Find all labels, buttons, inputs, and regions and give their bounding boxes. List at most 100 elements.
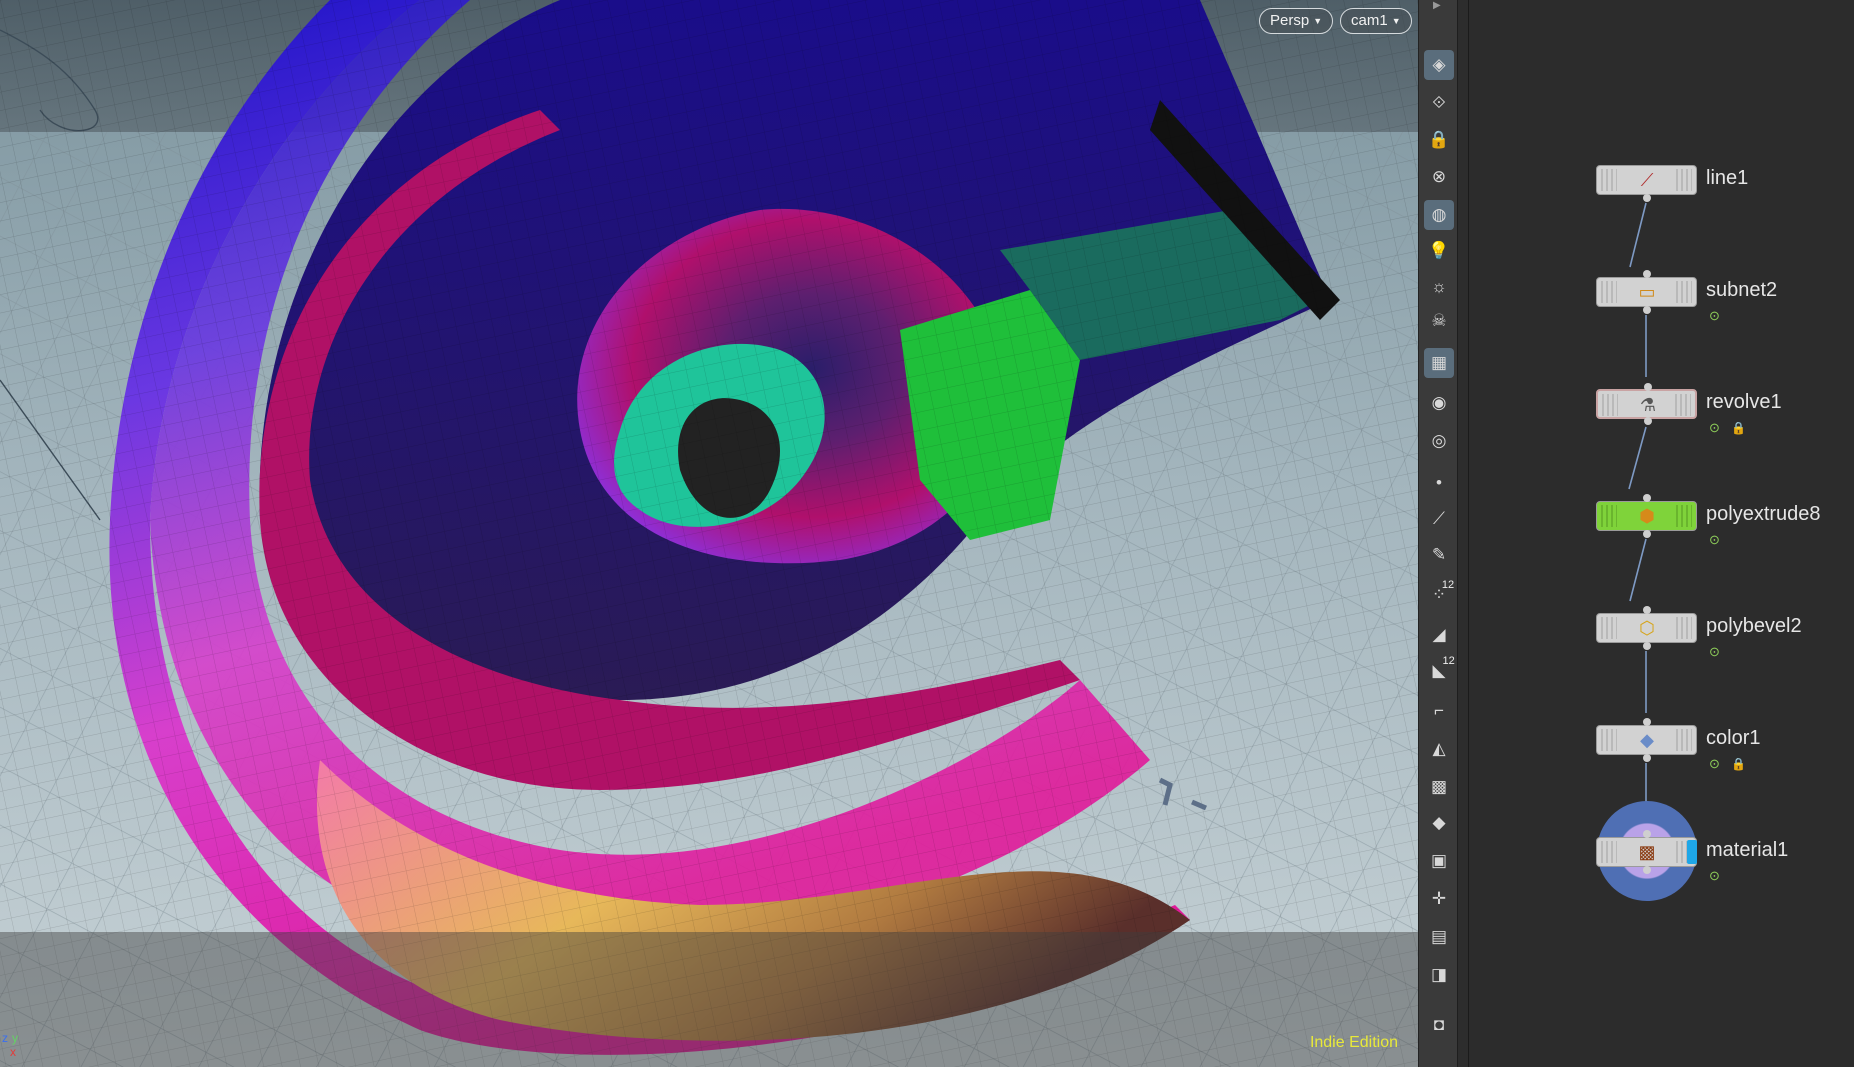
node-material1[interactable]: ▩ [1596,830,1697,874]
prim-display-icon: ◢ [1432,625,1446,644]
light-bulb-on-icon: ☼ [1431,277,1447,296]
node-label[interactable]: material1 [1706,839,1788,862]
node-input-connector[interactable] [1643,606,1651,614]
node-output-connector[interactable] [1643,194,1651,202]
snap-toggle-button[interactable]: ⟐ [1424,88,1454,118]
render-flag-indicator[interactable] [1687,840,1697,864]
display-flag-icon[interactable]: ⊙ [1709,308,1720,324]
camera-eye-toggle-button[interactable]: ◎ [1424,426,1454,456]
polyextrude-icon: ⬢ [1639,505,1655,526]
chevron-down-icon: ▼ [1391,16,1401,26]
node-display-grip[interactable] [1676,729,1692,751]
close-circle-toggle-button[interactable]: ⊗ [1424,162,1454,192]
toolbar-number-label: 12 [1441,579,1455,591]
diamond-toggle-button[interactable]: ◆ [1424,808,1454,838]
checker-shading-icon: ▦ [1430,353,1448,372]
node-label[interactable]: revolve1 [1706,391,1782,414]
camera-menu-button[interactable]: cam1 ▼ [1340,8,1412,34]
node-output-connector[interactable] [1643,866,1651,874]
lock-icon: 🔒 [1428,130,1450,149]
view-menu-button[interactable]: Persp ▼ [1259,8,1334,34]
texture-icon: ▩ [1430,777,1448,796]
display-flag-icon[interactable]: ⊙ [1709,756,1720,772]
skull-icon: ☠ [1431,311,1447,330]
node-bypass-grip[interactable] [1601,169,1617,191]
node-output-connector[interactable] [1643,642,1651,650]
node-color1[interactable]: ◆ [1596,718,1697,762]
node-display-grip[interactable] [1676,505,1692,527]
camera-toggle-button[interactable]: ◘ [1424,1010,1454,1040]
node-output-connector[interactable] [1643,530,1651,538]
node-input-connector[interactable] [1643,830,1651,838]
skull-toggle-button[interactable]: ☠ [1424,306,1454,336]
background-image-toggle-button[interactable]: ◨ [1424,960,1454,990]
eye-toggle-button[interactable]: ◉ [1424,388,1454,418]
node-bypass-grip[interactable] [1601,281,1617,303]
axis-x-label: x [10,1045,16,1059]
node-subnet2[interactable]: ▭ [1596,270,1697,314]
node-label[interactable]: line1 [1706,167,1748,190]
checker-shading-toggle-button[interactable]: ▦ [1424,348,1454,378]
node-line1[interactable]: ⟋ [1596,165,1697,202]
frame-toggle-button[interactable]: ▣ [1424,846,1454,876]
node-bypass-grip[interactable] [1601,841,1617,863]
camera-icon: ◘ [1433,1015,1445,1034]
node-display-grip[interactable] [1676,617,1692,639]
node-label[interactable]: color1 [1706,727,1760,750]
prim-display-toggle-button[interactable]: ◢ [1424,620,1454,650]
node-polyextrude8[interactable]: ⬢ [1596,494,1697,538]
camera-menu-label: cam1 [1351,12,1388,29]
display-flag-icon[interactable]: ⊙ [1709,532,1720,548]
normals-toggle-button[interactable]: ⌐ [1424,696,1454,726]
node-input-connector[interactable] [1643,494,1651,502]
node-display-grip[interactable] [1676,169,1692,191]
node-bypass-grip[interactable] [1601,729,1617,751]
light-bulb-on-toggle-button[interactable]: ☼ [1424,272,1454,302]
display-flag-icon[interactable]: ⊙ [1709,420,1720,436]
node-display-grip[interactable] [1676,281,1692,303]
lock-icon[interactable]: 🔒 [1731,757,1746,771]
fill-toggle-button[interactable]: ◭ [1424,734,1454,764]
node-network[interactable]: ⟋ line1 ▭ subnet2 ⊙ ⚗ revolve1 ⊙ 🔒 ⬢ polyextrude8 ⊙… [1469,0,1854,1067]
node-bypass-grip[interactable] [1602,394,1618,416]
point-toggle-button[interactable]: • [1424,468,1454,498]
fill-icon: ◭ [1432,739,1446,758]
brush-toggle-button[interactable]: ⟋ [1424,504,1454,534]
light-bulb-icon: 💡 [1428,241,1450,260]
light-bulb-toggle-button[interactable]: 💡 [1424,236,1454,266]
node-bypass-grip[interactable] [1601,505,1617,527]
node-polybevel2[interactable]: ⬡ [1596,606,1697,650]
background-image-icon: ◨ [1430,965,1448,984]
view-menu-label: Persp [1270,12,1310,29]
select-mode-toggle-button[interactable]: ◈ [1424,50,1454,80]
display-flag-icon[interactable]: ⊙ [1709,644,1720,660]
node-display-grip[interactable] [1675,394,1691,416]
node-input-connector[interactable] [1643,270,1651,278]
pane-divider[interactable] [1458,0,1469,1067]
node-revolve1[interactable]: ⚗ [1596,383,1697,425]
node-bypass-grip[interactable] [1601,617,1617,639]
node-output-connector[interactable] [1643,754,1651,762]
node-label[interactable]: subnet2 [1706,279,1777,302]
display-toggle-button[interactable]: ▤ [1424,922,1454,952]
node-output-connector[interactable] [1644,417,1652,425]
pen-toggle-button[interactable]: ✎ [1424,540,1454,570]
node-wires [1628,202,1647,803]
node-output-connector[interactable] [1643,306,1651,314]
node-label[interactable]: polyextrude8 [1706,503,1821,526]
frame-icon: ▣ [1430,851,1448,870]
color-icon: ◆ [1640,729,1654,750]
scene-viewport[interactable]: Persp ▼ cam1 ▼ z y x Indie Edition [0,0,1418,1067]
display-flag-icon[interactable]: ⊙ [1709,868,1720,884]
speed-dial-toggle-button[interactable]: ◍ [1424,200,1454,230]
point-numbers-toggle-button[interactable]: ⁘ 12 [1424,579,1455,610]
handles-toggle-button[interactable]: ✛ [1424,884,1454,914]
lock-icon[interactable]: 🔒 [1731,421,1746,435]
prim-numbers-toggle-button[interactable]: ◣ 12 [1424,655,1454,686]
toolbar-scroll-up-icon[interactable]: ▶ [1433,0,1441,11]
node-label[interactable]: polybevel2 [1706,615,1802,638]
node-input-connector[interactable] [1643,718,1651,726]
lock-toggle-button[interactable]: 🔒 [1424,125,1454,155]
texture-toggle-button[interactable]: ▩ [1424,772,1454,802]
node-input-connector[interactable] [1644,383,1652,391]
